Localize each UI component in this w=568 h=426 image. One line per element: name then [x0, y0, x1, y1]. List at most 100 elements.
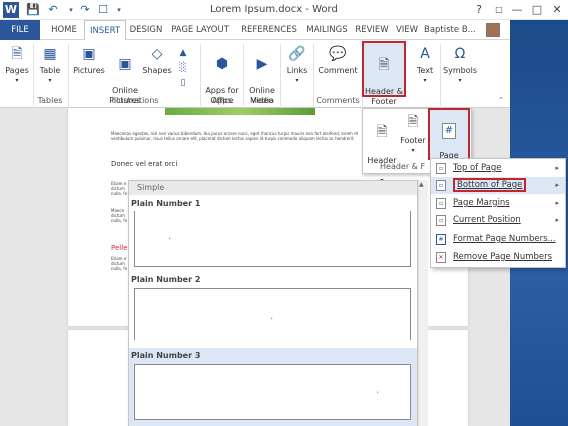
apps-for-office-button[interactable]: ⬢ Apps for Office [203, 44, 241, 116]
pages-button[interactable]: 🗎 Pages ▾ [2, 44, 32, 86]
tab-home[interactable]: HOME [46, 20, 82, 40]
tab-references[interactable]: REFERENCES [236, 20, 302, 40]
restore-button[interactable]: □ [526, 0, 548, 20]
menu-item-label: Bottom of Page [453, 178, 527, 192]
omega-icon: Ω [454, 46, 466, 62]
undo-icon[interactable]: ↶ [46, 3, 60, 17]
customize-qat-icon[interactable]: ▾ [112, 3, 126, 17]
pictures-button[interactable]: ▣ Pictures [72, 44, 106, 76]
gallery-item-plain-number-1[interactable]: ' [134, 211, 411, 267]
gallery-item-title: Plain Number 1 [131, 199, 201, 208]
minimize-button[interactable]: — [506, 0, 528, 20]
word-app-icon[interactable]: W [3, 2, 19, 18]
online-pictures-button[interactable]: ▣ Online Pictures [108, 44, 142, 116]
chevron-down-icon: ▾ [423, 77, 427, 84]
shapes-button[interactable]: ◇ Shapes [142, 44, 172, 76]
gallery-scrollbar[interactable] [418, 180, 428, 426]
header-footer-button[interactable]: 🗎 Header & Footer [362, 41, 406, 106]
header-footer-icon: 🗎 [378, 57, 390, 73]
text-button[interactable]: A Text ▾ [410, 44, 440, 86]
menu-item-current-position[interactable]: ▫ Current Position ▸ [431, 212, 565, 229]
doc-heading: Pelle [111, 244, 128, 252]
group-illustrations-label: Illustrations [111, 96, 159, 105]
gallery-item-title: Plain Number 2 [131, 275, 201, 284]
shapes-label: Shapes [142, 66, 172, 75]
tab-view[interactable]: VIEW [392, 20, 422, 40]
current-position-icon: ▫ [436, 215, 446, 226]
menu-item-label: Current Position [453, 215, 521, 225]
links-label: Links [286, 66, 308, 75]
doc-paragraph: Etiam e dictum nulla, fe [111, 181, 128, 196]
tab-design[interactable]: DESIGN [127, 20, 165, 40]
menu-item-remove-page-numbers[interactable]: ✕ Remove Page Numbers [431, 249, 565, 266]
footer-button[interactable]: 🗎 Footer ▾ [398, 110, 428, 156]
gallery-section-header: Simple [129, 181, 417, 195]
undo-dropdown-icon[interactable]: ▾ [64, 3, 78, 17]
menu-item-top-of-page[interactable]: ▫ Top of Page ▸ [431, 160, 565, 177]
video-icon: ▶ [256, 56, 268, 72]
footer-label: Footer [400, 136, 426, 145]
chevron-down-icon: ▾ [411, 147, 415, 154]
menu-item-label: Remove Page Numbers [453, 252, 553, 262]
gallery-item-plain-number-3[interactable]: ' [134, 364, 411, 420]
pages-label: Pages [5, 66, 29, 75]
group-apps-label: Apps [212, 96, 232, 105]
redo-icon[interactable]: ↷ [78, 3, 92, 17]
tab-mailings[interactable]: MAILINGS [302, 20, 352, 40]
page-margin-icon: ▫ [436, 198, 446, 209]
menu-item-label: Top of Page [453, 163, 502, 173]
store-icon: ⬢ [215, 56, 229, 72]
table-icon: ▦ [43, 46, 57, 62]
close-button[interactable]: ✕ [546, 0, 568, 20]
link-icon: 🔗 [288, 46, 306, 62]
symbols-button[interactable]: Ω Symbols ▾ [442, 44, 478, 86]
pictures-label: Pictures [73, 66, 105, 75]
footer-icon: 🗎 [407, 114, 419, 130]
save-icon[interactable]: 💾 [26, 3, 40, 17]
page-number-button[interactable]: # Page Number [428, 108, 470, 170]
touch-mode-icon[interactable]: ☐ [96, 3, 110, 17]
group-divider [440, 44, 441, 106]
group-tables-label: Tables [37, 96, 63, 105]
menu-item-label: Format Page Numbers... [453, 234, 556, 244]
page-number-marker: ' [271, 317, 273, 324]
group-divider [68, 44, 69, 106]
collapse-ribbon-icon[interactable]: ⌃ [498, 96, 504, 104]
tab-review[interactable]: REVIEW [352, 20, 392, 40]
text-box-icon: A [420, 46, 430, 62]
menu-item-format-page-numbers[interactable]: # Format Page Numbers... [431, 231, 565, 248]
user-avatar[interactable] [486, 23, 500, 37]
page-number-marker: ' [169, 237, 171, 244]
menu-item-bottom-of-page[interactable]: ▫ Bottom of Page ▸ [431, 177, 565, 194]
chevron-down-icon: ▾ [458, 77, 462, 84]
doc-paragraph: Etiam e dictum nulla, fe [111, 256, 128, 271]
comment-label: Comment [318, 66, 358, 75]
help-button[interactable]: ? [468, 0, 490, 20]
submenu-arrow-icon: ▸ [555, 164, 559, 172]
header-footer-label: Header & Footer [365, 87, 403, 106]
gallery-item-plain-number-2[interactable]: ' [134, 288, 411, 340]
links-button[interactable]: 🔗 Links ▾ [283, 44, 311, 86]
chevron-down-icon: ▾ [295, 77, 299, 84]
group-divider [280, 44, 281, 106]
user-name[interactable]: Baptiste B... [424, 20, 486, 40]
submenu-arrow-icon: ▸ [555, 199, 559, 207]
tab-insert[interactable]: INSERT [84, 20, 126, 41]
tab-file[interactable]: FILE [0, 20, 40, 40]
shapes-icon: ◇ [151, 46, 163, 62]
tab-page-layout[interactable]: PAGE LAYOUT [166, 20, 234, 40]
comment-icon: 💬 [329, 46, 347, 62]
table-button[interactable]: ▦ Table ▾ [36, 44, 64, 86]
group-header-footer-label: Header & F [380, 162, 426, 171]
online-video-button[interactable]: ▶ Online Video [246, 44, 278, 116]
header-icon: 🗎 [376, 124, 388, 140]
scroll-up-icon[interactable]: ▲ [419, 181, 424, 188]
submenu-arrow-icon: ▸ [555, 216, 559, 224]
group-media-label: Media [249, 96, 275, 105]
page-number-marker: ' [377, 391, 379, 398]
table-label: Table [39, 66, 61, 75]
menu-item-page-margins[interactable]: ▫ Page Margins ▸ [431, 195, 565, 212]
comment-button[interactable]: 💬 Comment [316, 44, 360, 76]
smartart-chart-screenshot-icons[interactable]: ▲ ░ ▯ [175, 46, 191, 92]
doc-heading: Donec vel erat orci [111, 160, 178, 168]
